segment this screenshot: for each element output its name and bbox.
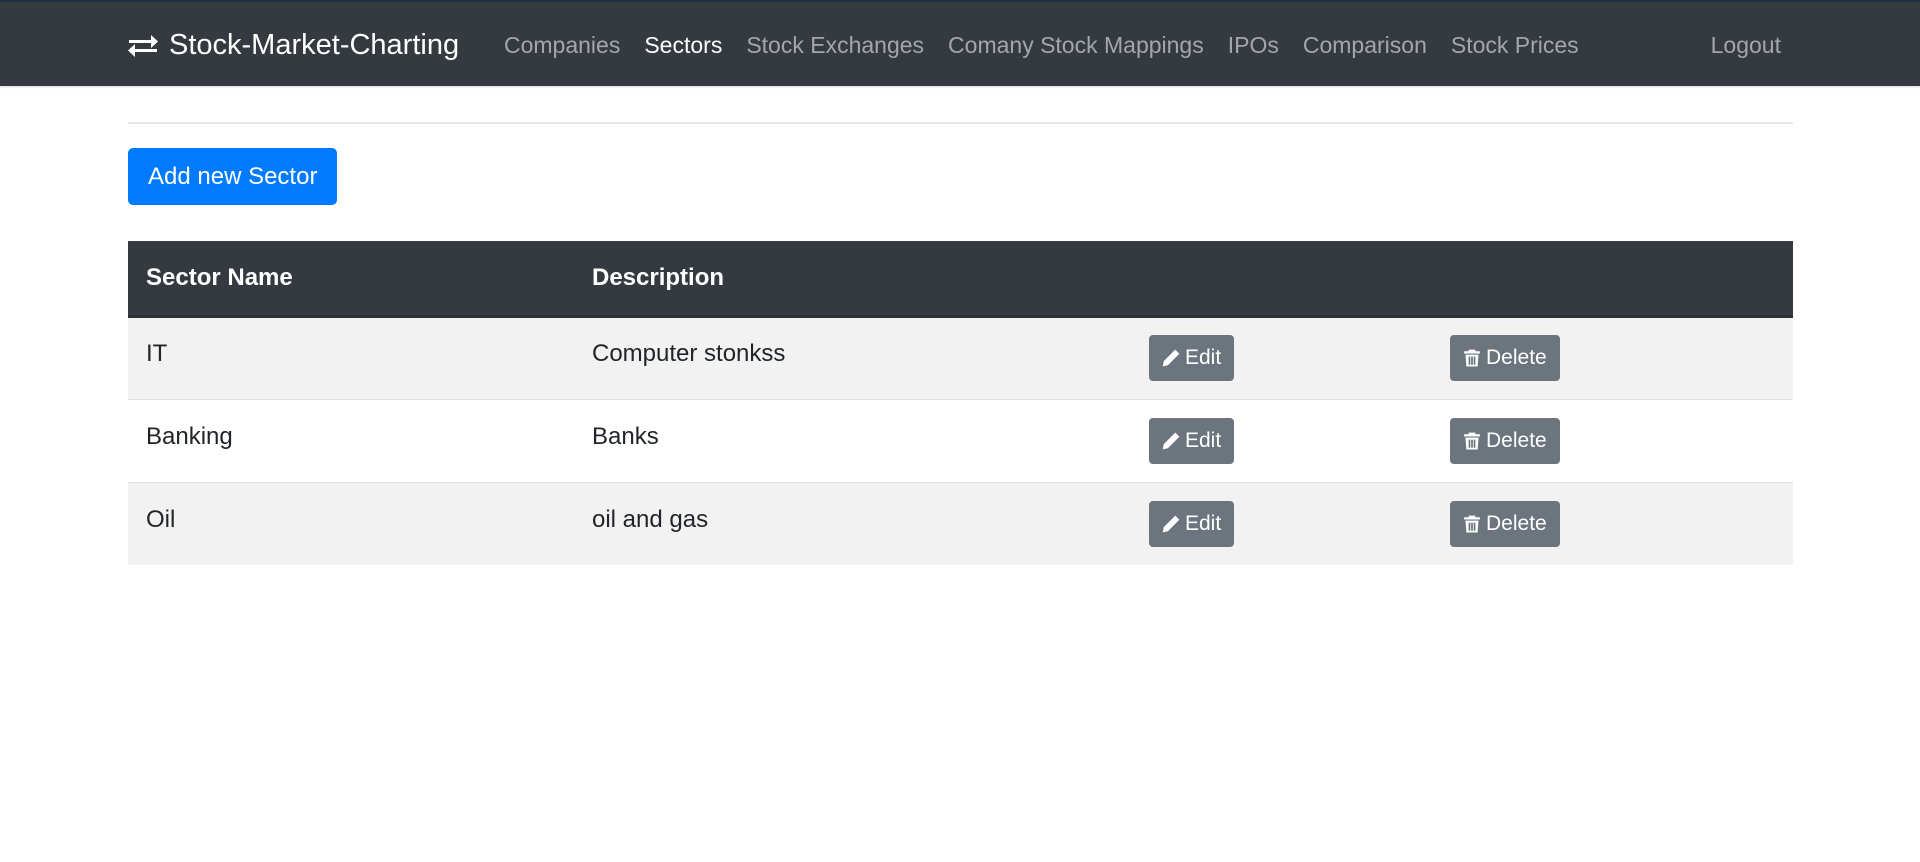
nav-link-sectors[interactable]: Sectors [644,32,722,59]
main-content: Add new Sector Sector Name Description I… [128,86,1793,565]
edit-button[interactable]: Edit [1149,335,1235,381]
divider [128,122,1793,124]
description-cell: Banks [574,398,1149,482]
table-row: Oil oil and gas Edit Delete [128,481,1793,565]
delete-button[interactable]: Delete [1450,417,1560,464]
edit-button[interactable]: Edit [1149,500,1235,547]
pencil-icon [1162,349,1180,367]
delete-button-label: Delete [1486,511,1547,535]
delete-button-label: Delete [1486,428,1547,452]
sector-name-cell: Banking [128,398,574,482]
column-header-sector-name: Sector Name [128,241,574,318]
edit-button-label: Edit [1185,346,1222,369]
table-header-row: Sector Name Description [128,241,1793,318]
sectors-table: Sector Name Description IT Computer ston… [128,241,1793,565]
column-header-delete [1450,241,1793,318]
add-sector-button[interactable]: Add new Sector [128,148,338,205]
sector-description: oil and gas [592,505,709,533]
sector-name-cell: Oil [128,481,574,565]
nav-link-stock-prices[interactable]: Stock Prices [1451,32,1579,59]
sectors-table-wrapper: Sector Name Description IT Computer ston… [128,241,1793,565]
column-header-edit [1149,241,1450,318]
pencil-icon [1162,515,1180,533]
nav-links: Companies Sectors Stock Exchanges Comany… [504,24,1603,66]
description-cell: Computer stonkss [574,316,1149,399]
nav-link-comparison[interactable]: Comparison [1303,32,1427,59]
sector-name: IT [146,340,168,367]
edit-cell: Edit [1149,316,1450,399]
column-header-description: Description [574,241,1149,318]
edit-cell: Edit [1149,398,1450,482]
delete-cell: Delete [1450,398,1793,482]
brand-link[interactable]: Stock-Market-Charting [127,24,459,66]
nav-link-company-stock-mappings[interactable]: Comany Stock Mappings [948,32,1204,59]
trash-icon [1464,432,1480,449]
top-navbar: Stock-Market-Charting Companies Sectors … [0,0,1920,86]
nav-link-companies[interactable]: Companies [504,32,620,59]
delete-cell: Delete [1450,481,1793,565]
table-row: IT Computer stonkss Edit Delete [128,316,1793,399]
sector-name: Oil [146,505,176,533]
edit-button[interactable]: Edit [1149,417,1235,464]
sector-name: Banking [146,422,233,450]
sector-description: Banks [592,422,659,450]
exchange-arrows-icon [128,35,158,57]
sector-name-cell: IT [128,316,574,399]
description-cell: oil and gas [574,481,1149,565]
table-row: Banking Banks Edit Delete [128,398,1793,482]
delete-cell: Delete [1450,316,1793,399]
brand-title: Stock-Market-Charting [169,28,460,61]
edit-cell: Edit [1149,481,1450,565]
trash-icon [1464,349,1480,367]
trash-icon [1464,515,1480,533]
delete-button[interactable]: Delete [1450,500,1560,547]
delete-button-label: Delete [1486,346,1547,369]
nav-link-ipos[interactable]: IPOs [1228,32,1279,59]
pencil-icon [1162,432,1180,449]
edit-button-label: Edit [1185,511,1222,535]
delete-button[interactable]: Delete [1450,335,1560,381]
edit-button-label: Edit [1185,428,1222,452]
sector-description: Computer stonkss [592,340,786,367]
nav-link-stock-exchanges[interactable]: Stock Exchanges [746,32,924,59]
logout-link[interactable]: Logout [1711,24,1781,66]
